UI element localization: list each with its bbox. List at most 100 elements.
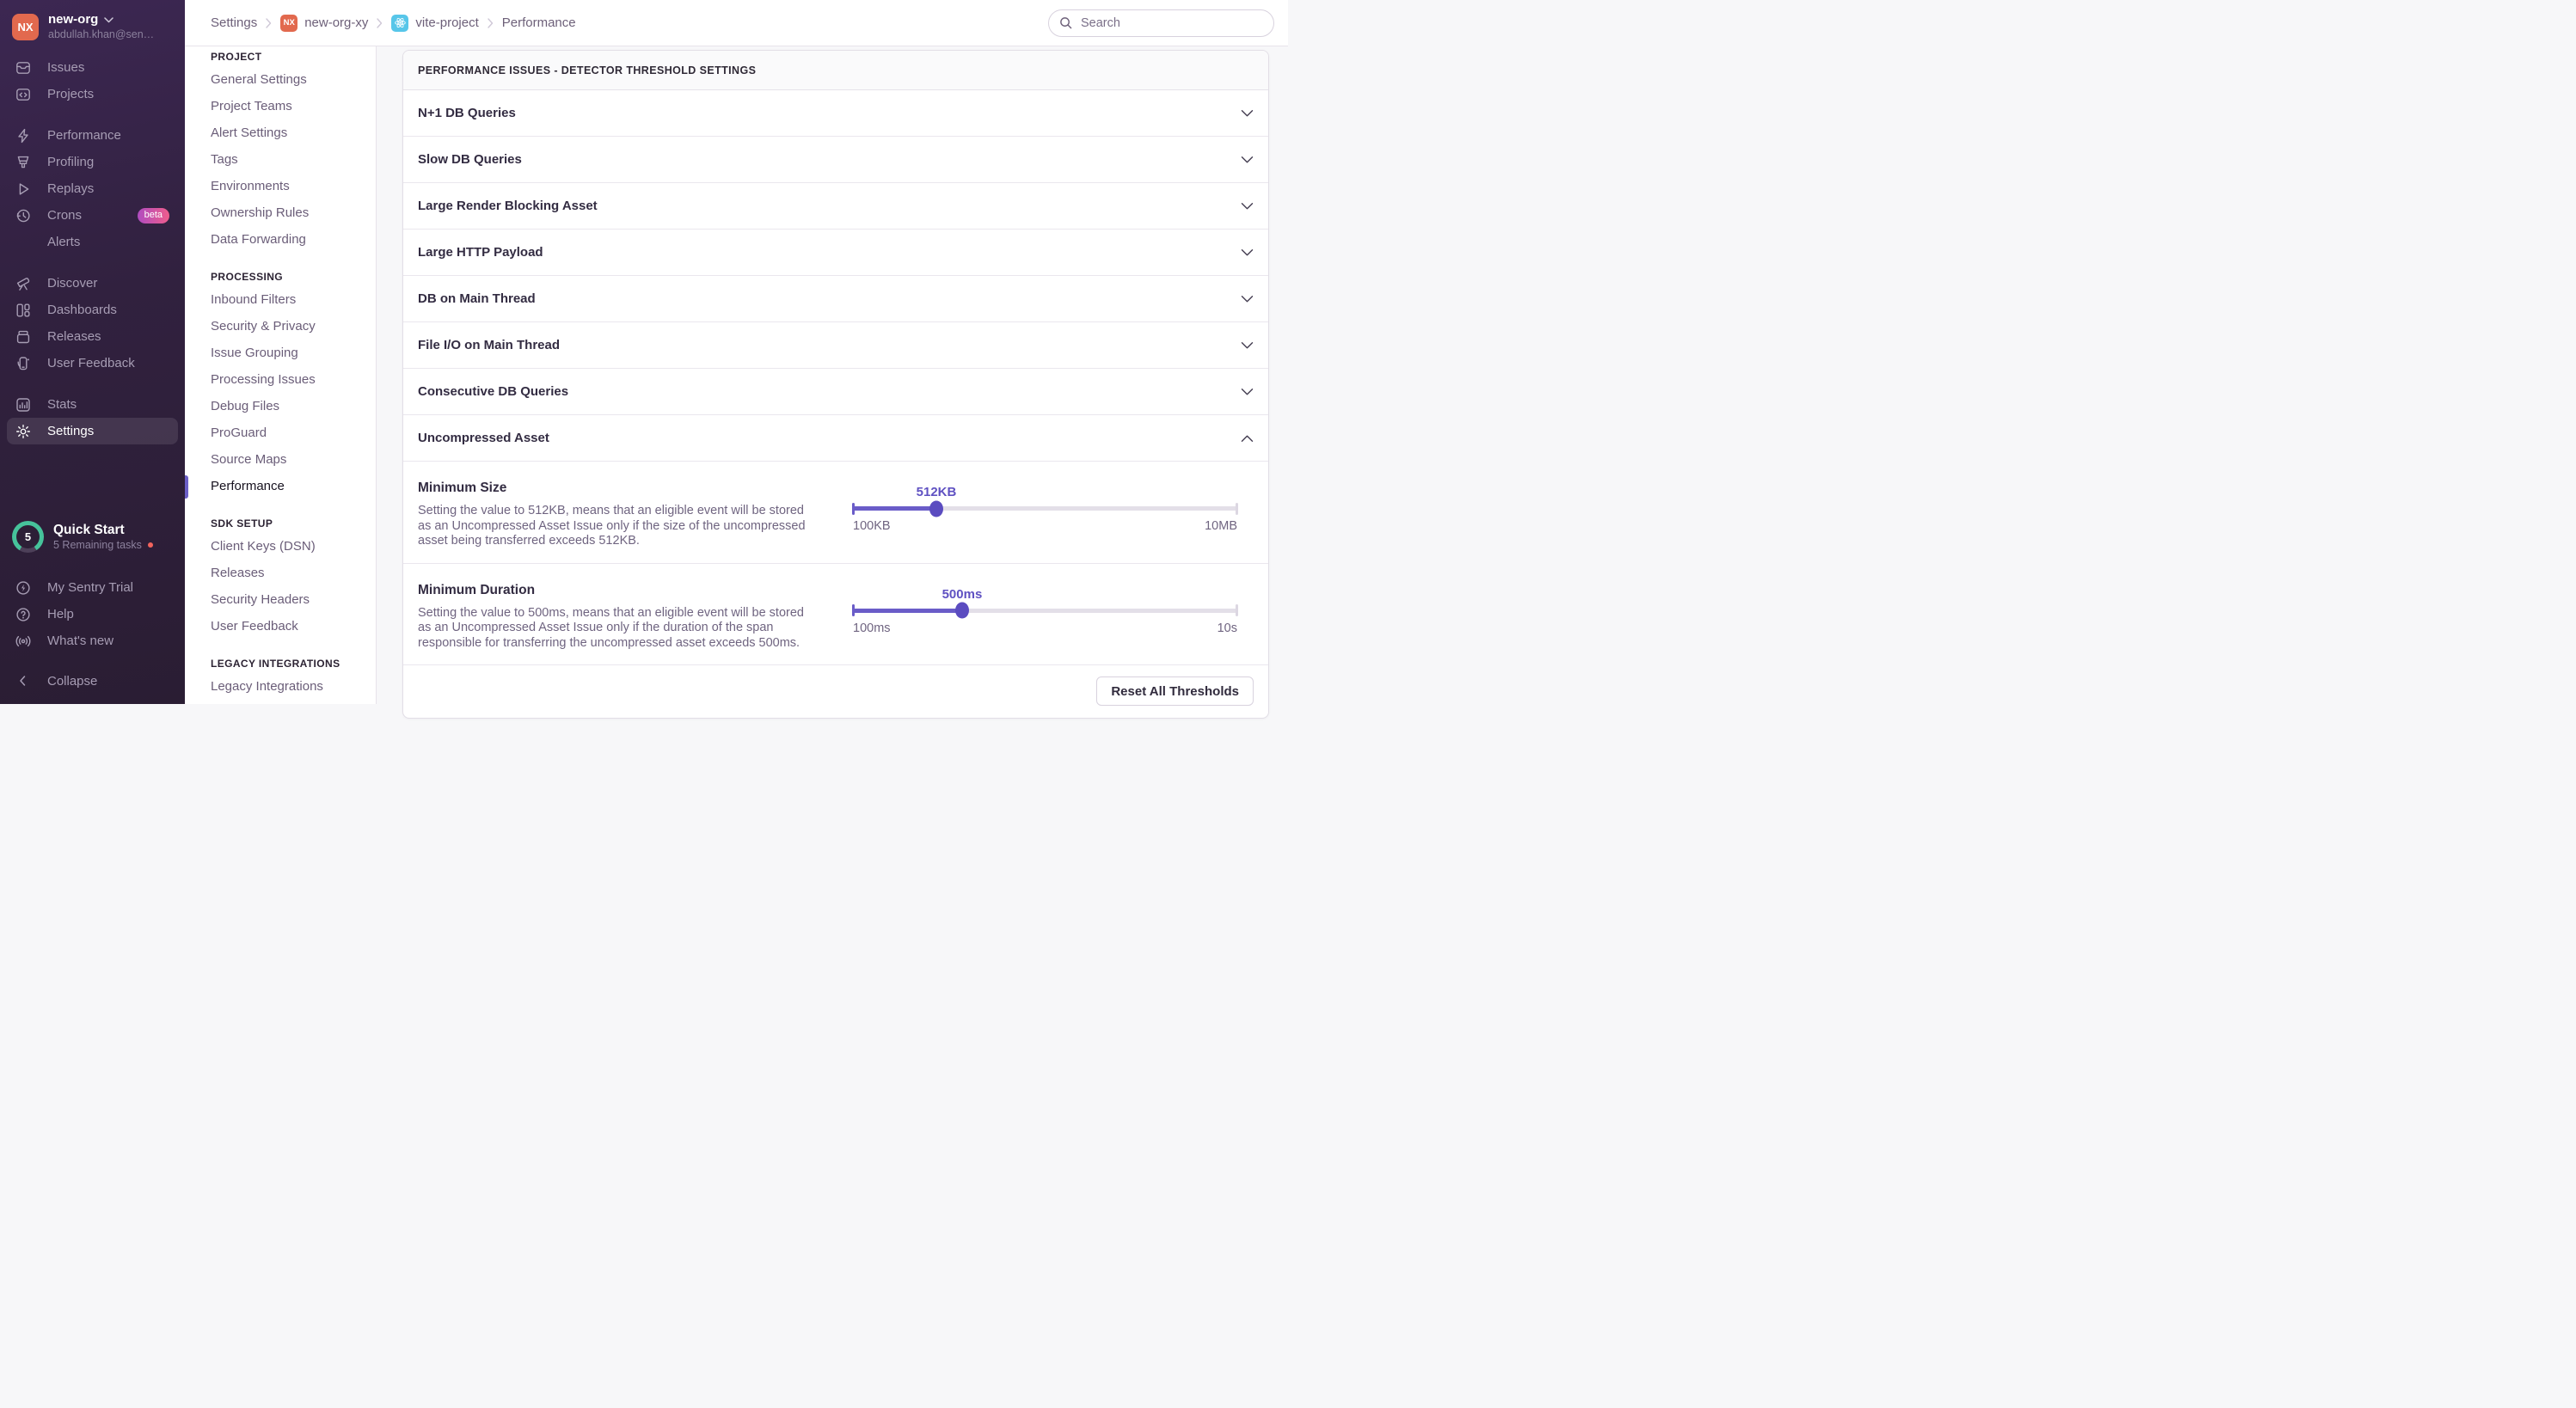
sidebar-nav: IssuesProjects PerformanceProfilingReplay… xyxy=(0,46,185,444)
sidebar-collapse-button[interactable]: Collapse xyxy=(7,668,178,694)
settings-nav-section-title: LEGACY INTEGRATIONS xyxy=(211,658,367,670)
sidebar-item-dashboards[interactable]: Dashboards xyxy=(7,297,178,323)
settings-nav-section-title: SDK SETUP xyxy=(211,517,367,530)
settings-nav-section-title: PROJECT xyxy=(211,51,367,63)
settings-nav-section-legacy-integrations: LEGACY INTEGRATIONS Legacy Integrations xyxy=(211,658,367,695)
sidebar-item-user-feedback[interactable]: User Feedback xyxy=(7,350,178,376)
sidebar-item-profiling[interactable]: Profiling xyxy=(7,149,178,175)
settings-nav-item-proguard[interactable]: ProGuard xyxy=(211,425,367,441)
slider-thumb[interactable] xyxy=(955,603,969,619)
settings-nav-item-releases[interactable]: Releases xyxy=(211,566,367,581)
reset-all-thresholds-button[interactable]: Reset All Thresholds xyxy=(1096,676,1254,706)
top-bar: Settings NXnew-org-xy vite-project Performa… xyxy=(185,0,1288,46)
breadcrumb-item-settings[interactable]: Settings xyxy=(211,15,257,30)
detector-row-file-i-o-on-main-thread[interactable]: File I/O on Main Thread xyxy=(403,322,1268,369)
sidebar-item-discover[interactable]: Discover xyxy=(7,270,178,297)
slider-thumb[interactable] xyxy=(929,500,943,517)
sidebar-item-releases[interactable]: Releases xyxy=(7,323,178,350)
settings-nav-item-processing-issues[interactable]: Processing Issues xyxy=(211,372,367,388)
sidebar-item-what-s-new[interactable]: What's new xyxy=(7,627,178,654)
chevron-down-icon xyxy=(1241,341,1254,350)
settings-nav-section-sdk-setup: SDK SETUP Client Keys (DSN) Releases Securi… xyxy=(211,517,367,634)
detector-row-n-1-db-queries[interactable]: N+1 DB Queries xyxy=(403,90,1268,137)
sidebar-item-label: Crons xyxy=(47,207,82,223)
search-box[interactable] xyxy=(1048,9,1274,37)
quick-start-panel[interactable]: 5 Quick Start 5 Remaining tasks xyxy=(7,521,178,553)
detector-rows: N+1 DB QueriesSlow DB Queries Large Rende… xyxy=(403,90,1268,718)
settings-nav-item-security-privacy[interactable]: Security & Privacy xyxy=(211,319,367,334)
breadcrumb-label: vite-project xyxy=(415,15,478,30)
settings-nav-item-ownership-rules[interactable]: Ownership Rules xyxy=(211,205,367,221)
sidebar-item-label: Dashboards xyxy=(47,302,117,318)
threshold-field-description: Setting the value to 512KB, means that a… xyxy=(418,504,815,549)
detector-label: Large Render Blocking Asset xyxy=(418,199,598,213)
sidebar-group: PerformanceProfilingReplaysCronsbetaAler… xyxy=(0,122,185,255)
detector-row-db-on-main-thread[interactable]: DB on Main Thread xyxy=(403,276,1268,322)
alerts-icon xyxy=(15,235,31,250)
sidebar-footer-nav: My Sentry Trial Help What's new xyxy=(0,566,185,654)
breadcrumb-item-performance[interactable]: Performance xyxy=(502,15,576,30)
detector-row-slow-db-queries[interactable]: Slow DB Queries xyxy=(403,137,1268,183)
breadcrumb-separator-icon xyxy=(377,18,383,28)
settings-nav-item-user-feedback[interactable]: User Feedback xyxy=(211,619,367,634)
settings-nav-item-issue-grouping[interactable]: Issue Grouping xyxy=(211,346,367,361)
panel-footer: Reset All Thresholds xyxy=(403,665,1268,718)
search-icon xyxy=(1059,16,1072,29)
trial-icon xyxy=(15,580,31,596)
sidebar-group: Stats Settings xyxy=(0,391,185,444)
performance-icon xyxy=(15,128,31,144)
breadcrumb: Settings NXnew-org-xy vite-project Performa… xyxy=(211,15,576,32)
sidebar-item-performance[interactable]: Performance xyxy=(7,122,178,149)
panel-title: PERFORMANCE ISSUES - DETECTOR THRESHOLD … xyxy=(418,64,756,77)
slider-value-label: 512KB xyxy=(917,485,957,499)
settings-nav-item-project-teams[interactable]: Project Teams xyxy=(211,99,367,114)
sidebar-item-label: Stats xyxy=(47,396,77,413)
slider-track[interactable] xyxy=(853,609,1237,613)
settings-nav-item-performance[interactable]: Performance xyxy=(211,479,367,494)
settings-nav-item-source-maps[interactable]: Source Maps xyxy=(211,452,367,468)
sidebar-item-stats[interactable]: Stats xyxy=(7,391,178,418)
app-screen: NX new-org abdullah.khan@sen… IssuesProj… xyxy=(0,0,1288,704)
sidebar-item-replays[interactable]: Replays xyxy=(7,175,178,202)
settings-nav-item-inbound-filters[interactable]: Inbound Filters xyxy=(211,292,367,308)
settings-nav-section-processing: PROCESSINGInbound FiltersSecurity & Priv… xyxy=(211,271,367,494)
sidebar-item-label: Help xyxy=(47,606,74,622)
quick-start-count: 5 xyxy=(12,521,44,553)
sidebar-item-help[interactable]: Help xyxy=(7,601,178,627)
detector-row-uncompressed-asset[interactable]: Uncompressed Asset xyxy=(403,415,1268,462)
slider-fill xyxy=(853,506,936,511)
settings-nav-item-alert-settings[interactable]: Alert Settings xyxy=(211,125,367,141)
org-switcher[interactable]: NX new-org abdullah.khan@sen… xyxy=(0,0,185,46)
threshold-field-title: Minimum Size xyxy=(418,481,815,496)
detector-row-large-render-blocking-asset[interactable]: Large Render Blocking Asset xyxy=(403,183,1268,230)
detector-threshold-panel: PERFORMANCE ISSUES - DETECTOR THRESHOLD … xyxy=(402,50,1269,719)
settings-nav-item-data-forwarding[interactable]: Data Forwarding xyxy=(211,232,367,248)
breadcrumb-item-vite-project[interactable]: vite-project xyxy=(391,15,478,32)
settings-nav-item-tags[interactable]: Tags xyxy=(211,152,367,168)
sidebar-item-projects[interactable]: Projects xyxy=(7,81,178,107)
settings-nav-item-security-headers[interactable]: Security Headers xyxy=(211,592,367,608)
user-feedback-icon xyxy=(15,356,31,371)
org-name: new-org xyxy=(48,12,98,28)
search-input[interactable] xyxy=(1079,15,1263,31)
chevron-down-icon xyxy=(1241,202,1254,211)
settings-nav-item-legacy-integrations[interactable]: Legacy Integrations xyxy=(211,679,367,695)
sidebar-item-settings[interactable]: Settings xyxy=(7,418,178,444)
sidebar-item-my-sentry-trial[interactable]: My Sentry Trial xyxy=(7,574,178,601)
org-badge: NX xyxy=(280,15,297,32)
slider-track[interactable] xyxy=(853,506,1237,511)
detector-label: Consecutive DB Queries xyxy=(418,384,568,399)
settings-nav-item-general-settings[interactable]: General Settings xyxy=(211,72,367,88)
settings-nav-item-debug-files[interactable]: Debug Files xyxy=(211,399,367,414)
sidebar-item-crons[interactable]: Cronsbeta xyxy=(7,202,178,229)
detector-row-large-http-payload[interactable]: Large HTTP Payload xyxy=(403,230,1268,276)
breadcrumb-item-new-org-xy[interactable]: NXnew-org-xy xyxy=(280,15,368,32)
slider-min-label: 100KB xyxy=(853,519,891,533)
settings-nav-item-client-keys-dsn[interactable]: Client Keys (DSN) xyxy=(211,539,367,554)
settings-nav-item-environments[interactable]: Environments xyxy=(211,179,367,194)
detector-row-consecutive-db-queries[interactable]: Consecutive DB Queries xyxy=(403,369,1268,415)
sidebar-item-alerts[interactable]: Alerts xyxy=(7,229,178,255)
sidebar-item-issues[interactable]: Issues xyxy=(7,54,178,81)
settings-nav-list: Legacy Integrations xyxy=(211,679,367,695)
quick-start-title: Quick Start xyxy=(53,522,153,538)
